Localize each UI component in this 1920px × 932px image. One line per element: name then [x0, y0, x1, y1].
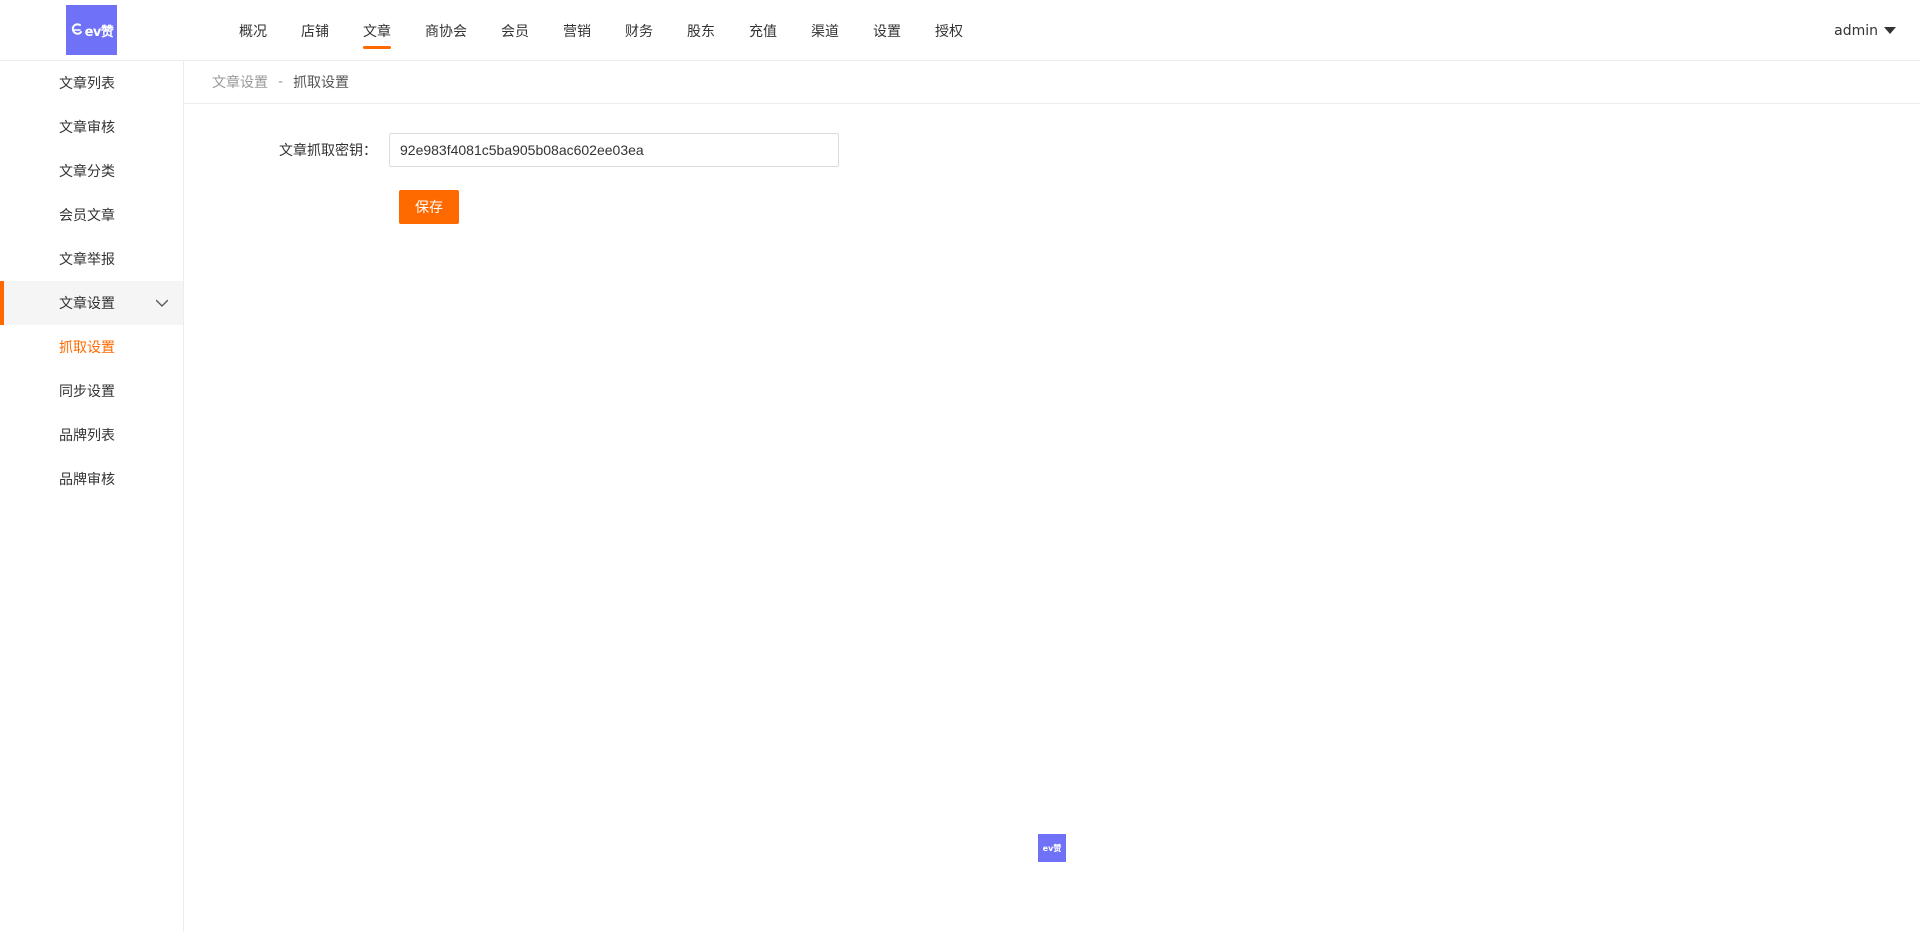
- chevron-down-icon: [155, 299, 169, 307]
- nav-item-stores[interactable]: 店铺: [284, 0, 346, 61]
- username: admin: [1834, 22, 1878, 39]
- crawl-key-label: 文章抓取密钥：: [279, 143, 377, 159]
- nav-item-label: 股东: [687, 23, 715, 40]
- sidebar-item-label: 文章举报: [59, 252, 115, 268]
- nav-item-shareholders[interactable]: 股东: [670, 0, 732, 61]
- nav-item-members[interactable]: 会员: [484, 0, 546, 61]
- nav-item-finance[interactable]: 财务: [608, 0, 670, 61]
- sidebar-item-brand-review[interactable]: 品牌审核: [0, 457, 183, 501]
- nav-item-settings[interactable]: 设置: [856, 0, 918, 61]
- crawl-key-input[interactable]: [389, 133, 839, 167]
- nav-item-label: 充值: [749, 23, 777, 40]
- sidebar-item-member-articles[interactable]: 会员文章: [0, 193, 183, 237]
- sidebar-item-article-categories[interactable]: 文章分类: [0, 149, 183, 193]
- sidebar-item-article-review[interactable]: 文章审核: [0, 105, 183, 149]
- logo-mark: ev赞: [70, 21, 114, 40]
- app-logo[interactable]: ev赞: [66, 5, 117, 55]
- crawl-key-row: 文章抓取密钥：: [184, 133, 839, 167]
- breadcrumb-parent-link[interactable]: 文章设置: [212, 72, 268, 92]
- sidebar-item-article-settings[interactable]: 文章设置: [0, 281, 183, 325]
- nav-item-channels[interactable]: 渠道: [794, 0, 856, 61]
- nav-item-label: 文章: [363, 23, 391, 40]
- sidebar-item-article-reports[interactable]: 文章举报: [0, 237, 183, 281]
- nav-item-articles[interactable]: 文章: [346, 0, 408, 61]
- nav-item-associations[interactable]: 商协会: [408, 0, 484, 61]
- floating-badge-text: ev赞: [1042, 843, 1062, 853]
- sidebar-item-label: 文章列表: [59, 76, 115, 92]
- nav-item-label: 财务: [625, 23, 653, 40]
- sidebar-item-sync-settings[interactable]: 同步设置: [0, 369, 183, 413]
- save-button[interactable]: 保存: [399, 190, 459, 224]
- nav-item-label: 授权: [935, 23, 963, 40]
- breadcrumb-current: 抓取设置: [293, 75, 350, 91]
- logo-swirl-icon: [71, 23, 82, 35]
- nav-item-label: 设置: [873, 23, 901, 40]
- main-nav: 概况 店铺 文章 商协会 会员 营销 财务 股东 充值 渠道 设置 授权: [222, 0, 980, 61]
- sidebar-item-brand-list[interactable]: 品牌列表: [0, 413, 183, 457]
- nav-item-authorization[interactable]: 授权: [918, 0, 980, 61]
- top-bar: ev赞 概况 店铺 文章 商协会 会员 营销 财务 股东 充值 渠道 设置 授权…: [0, 0, 1920, 61]
- breadcrumb-separator: -: [278, 74, 284, 90]
- nav-item-label: 营销: [563, 23, 591, 40]
- caret-down-icon: [1884, 27, 1896, 34]
- sidebar-item-label: 品牌列表: [59, 428, 115, 444]
- nav-item-overview[interactable]: 概况: [222, 0, 284, 61]
- floating-logo-badge[interactable]: ev赞: [1038, 834, 1066, 862]
- sidebar-item-article-list[interactable]: 文章列表: [0, 61, 183, 105]
- nav-item-label: 概况: [239, 23, 267, 40]
- sidebar-item-label: 抓取设置: [59, 340, 115, 356]
- nav-item-marketing[interactable]: 营销: [546, 0, 608, 61]
- nav-item-label: 会员: [501, 23, 529, 40]
- sidebar: 文章列表 文章审核 文章分类 会员文章 文章举报 文章设置 抓取设置 同步设置 …: [0, 61, 184, 932]
- sidebar-item-label: 文章设置: [59, 296, 115, 312]
- sidebar-item-label: 文章分类: [59, 164, 115, 180]
- nav-item-recharge[interactable]: 充值: [732, 0, 794, 61]
- nav-item-label: 店铺: [301, 23, 329, 40]
- nav-item-label: 商协会: [425, 23, 467, 40]
- sidebar-item-crawl-settings[interactable]: 抓取设置: [0, 325, 183, 369]
- nav-item-label: 渠道: [811, 23, 839, 40]
- breadcrumb: 文章设置 - 抓取设置: [184, 61, 1920, 104]
- sidebar-item-label: 同步设置: [59, 384, 115, 400]
- sidebar-item-label: 品牌审核: [59, 472, 115, 488]
- sidebar-item-label: 文章审核: [59, 120, 115, 136]
- logo-text: ev赞: [84, 24, 114, 40]
- sidebar-item-label: 会员文章: [59, 208, 115, 224]
- user-menu[interactable]: admin: [1834, 0, 1896, 61]
